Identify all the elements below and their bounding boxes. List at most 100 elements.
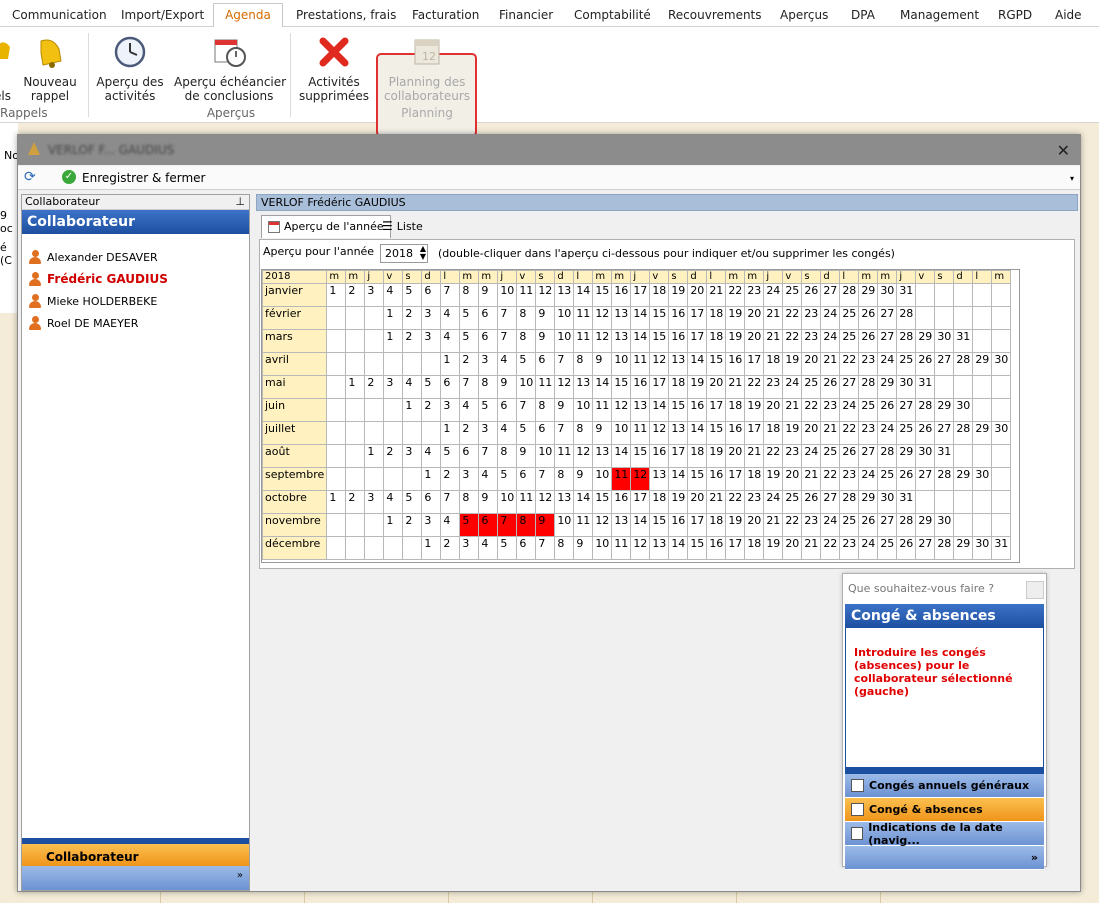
day-cell[interactable]: 2 [459, 421, 480, 445]
day-cell[interactable]: 29 [972, 352, 993, 376]
day-cell[interactable]: 20 [744, 329, 765, 353]
day-cell[interactable]: 10 [592, 536, 613, 560]
empty-cell[interactable] [345, 421, 366, 445]
day-cell[interactable]: 20 [782, 467, 803, 491]
day-cell[interactable]: 20 [763, 398, 784, 422]
day-cell[interactable]: 18 [649, 490, 670, 514]
day-cell[interactable]: 16 [611, 490, 632, 514]
day-cell[interactable]: 23 [839, 467, 860, 491]
day-cell[interactable]: 25 [896, 421, 917, 445]
day-cell[interactable]: 1 [421, 536, 442, 560]
empty-cell[interactable] [326, 306, 347, 330]
day-cell[interactable]: 8 [459, 490, 480, 514]
day-cell[interactable]: 12 [630, 467, 651, 491]
day-cell[interactable]: 4 [421, 444, 442, 468]
day-cell[interactable]: 5 [478, 398, 499, 422]
empty-cell[interactable] [915, 283, 936, 307]
collaborator-nav-button[interactable]: Collaborateur [22, 844, 249, 866]
empty-cell[interactable] [915, 306, 936, 330]
day-cell[interactable]: 28 [858, 375, 879, 399]
day-cell[interactable]: 30 [896, 375, 917, 399]
empty-cell[interactable] [934, 306, 955, 330]
day-cell[interactable]: 4 [440, 306, 461, 330]
day-cell[interactable]: 26 [839, 444, 860, 468]
collaborator-item[interactable]: Alexander DESAVER [22, 246, 249, 268]
day-cell[interactable]: 17 [687, 306, 708, 330]
day-cell[interactable]: 29 [877, 375, 898, 399]
empty-cell[interactable] [934, 375, 955, 399]
empty-cell[interactable] [364, 306, 385, 330]
day-cell[interactable]: 26 [915, 421, 936, 445]
day-cell[interactable]: 15 [668, 398, 689, 422]
day-cell[interactable]: 30 [877, 490, 898, 514]
menu-tab-7[interactable]: Recouvrements [668, 4, 762, 27]
day-cell[interactable]: 7 [497, 306, 518, 330]
day-cell[interactable]: 12 [649, 352, 670, 376]
staff-planning-button[interactable]: 12 Planning des collaborateurs [378, 35, 476, 103]
day-cell[interactable]: 24 [820, 513, 841, 537]
day-cell[interactable]: 19 [725, 306, 746, 330]
day-cell[interactable]: 13 [573, 375, 594, 399]
collaborator-item-selected[interactable]: Frédéric GAUDIUS [22, 268, 249, 290]
day-cell[interactable]: 21 [801, 536, 822, 560]
empty-cell[interactable] [364, 352, 385, 376]
day-cell[interactable]: 9 [516, 444, 537, 468]
day-cell[interactable]: 14 [611, 444, 632, 468]
empty-cell[interactable] [345, 306, 366, 330]
day-cell[interactable]: 30 [991, 421, 1012, 445]
empty-cell[interactable] [991, 283, 1012, 307]
empty-cell[interactable] [345, 467, 366, 491]
deleted-activities-button[interactable]: Activités supprimées [298, 35, 370, 103]
day-cell[interactable]: 19 [763, 536, 784, 560]
day-cell[interactable]: 27 [934, 421, 955, 445]
empty-cell[interactable] [972, 283, 993, 307]
day-cell[interactable]: 18 [706, 513, 727, 537]
day-cell[interactable]: 9 [592, 352, 613, 376]
day-cell[interactable]: 1 [383, 329, 404, 353]
day-cell[interactable]: 8 [573, 352, 594, 376]
day-cell[interactable]: 11 [535, 375, 556, 399]
menu-tab-12[interactable]: Aide [1055, 4, 1082, 27]
day-cell[interactable]: 1 [421, 467, 442, 491]
day-cell[interactable]: 9 [478, 490, 499, 514]
day-cell[interactable]: 28 [915, 398, 936, 422]
activities-overview-button[interactable]: Aperçu des activités [96, 35, 164, 103]
day-cell[interactable]: 31 [953, 329, 974, 353]
day-cell[interactable]: 14 [649, 398, 670, 422]
close-icon[interactable]: ✕ [1057, 141, 1070, 160]
day-cell[interactable]: 26 [896, 536, 917, 560]
empty-cell[interactable] [345, 513, 366, 537]
day-cell[interactable]: 1 [383, 306, 404, 330]
day-cell[interactable]: 21 [706, 490, 727, 514]
day-cell[interactable]: 8 [516, 513, 537, 537]
day-cell[interactable]: 3 [459, 536, 480, 560]
day-cell[interactable]: 9 [554, 398, 575, 422]
empty-cell[interactable] [972, 306, 993, 330]
day-cell[interactable]: 12 [592, 513, 613, 537]
day-cell[interactable]: 19 [668, 283, 689, 307]
day-cell[interactable]: 6 [478, 513, 499, 537]
day-cell[interactable]: 15 [592, 283, 613, 307]
day-cell[interactable]: 8 [554, 536, 575, 560]
day-cell[interactable]: 25 [877, 467, 898, 491]
empty-cell[interactable] [953, 513, 974, 537]
day-cell[interactable]: 21 [725, 375, 746, 399]
empty-cell[interactable] [345, 444, 366, 468]
day-cell[interactable]: 2 [345, 490, 366, 514]
day-cell[interactable]: 5 [516, 352, 537, 376]
day-cell[interactable]: 10 [554, 306, 575, 330]
day-cell[interactable]: 27 [896, 398, 917, 422]
menu-tab-8[interactable]: Aperçus [780, 4, 828, 27]
day-cell[interactable]: 2 [402, 513, 423, 537]
day-cell[interactable]: 5 [402, 283, 423, 307]
day-cell[interactable]: 22 [820, 467, 841, 491]
day-cell[interactable]: 5 [421, 375, 442, 399]
day-cell[interactable]: 28 [877, 444, 898, 468]
empty-cell[interactable] [345, 352, 366, 376]
day-cell[interactable]: 1 [383, 513, 404, 537]
empty-cell[interactable] [991, 306, 1012, 330]
day-cell[interactable]: 12 [592, 329, 613, 353]
day-cell[interactable]: 7 [478, 444, 499, 468]
empty-cell[interactable] [383, 536, 404, 560]
day-cell[interactable]: 25 [877, 536, 898, 560]
